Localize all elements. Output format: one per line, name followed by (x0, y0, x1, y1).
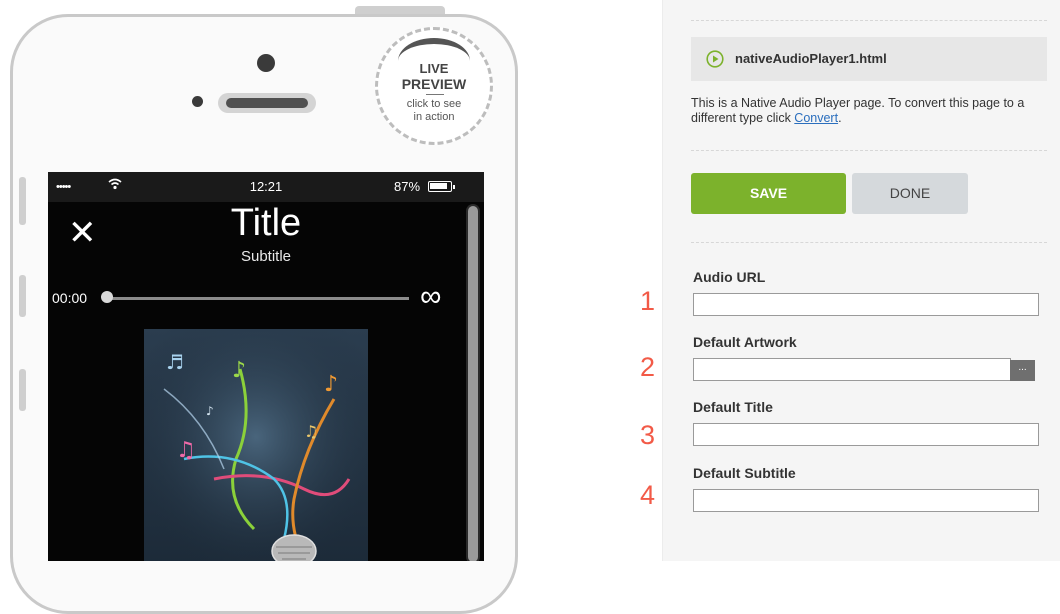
save-button[interactable]: SAVE (691, 173, 846, 214)
svg-text:♫: ♫ (176, 438, 196, 463)
phone-screen: ••••• 12:21 87% ✕ Title Subtitle 00:00 ∞ (48, 172, 484, 561)
player-title: Title (230, 202, 302, 244)
audio-url-label: Audio URL (693, 269, 766, 285)
default-artwork-input[interactable] (693, 358, 1011, 381)
browse-button[interactable]: ... (1010, 360, 1035, 381)
badge-preview-label: PREVIEW (401, 76, 467, 92)
svg-text:♪: ♪ (206, 404, 214, 418)
audio-url-input[interactable] (693, 293, 1039, 316)
divider (691, 242, 1047, 243)
progress-knob[interactable] (101, 291, 113, 303)
volume-up-button (19, 275, 26, 317)
live-preview-badge[interactable]: LIVE PREVIEW click to see in action (375, 27, 493, 145)
default-subtitle-label: Default Subtitle (693, 465, 796, 481)
front-camera (257, 54, 275, 72)
file-name: nativeAudioPlayer1.html (735, 51, 887, 66)
earpiece-speaker (218, 93, 316, 113)
status-bar: ••••• 12:21 87% (48, 172, 484, 202)
editor-panel: nativeAudioPlayer1.html This is a Native… (662, 0, 1060, 561)
default-artwork-label: Default Artwork (693, 334, 797, 350)
player-subtitle: Subtitle (240, 248, 292, 265)
default-title-label: Default Title (693, 399, 773, 415)
play-icon (706, 50, 724, 68)
svg-text:♫: ♫ (304, 422, 318, 441)
annotation-2: 2 (640, 352, 656, 382)
svg-text:♬: ♬ (166, 350, 184, 374)
scrollbar-thumb[interactable] (468, 206, 478, 561)
album-artwork: ♬ ♪ ♪ ♫ ♫ ♪ (144, 329, 368, 561)
mute-switch (19, 177, 26, 225)
badge-caption-1: click to see (406, 98, 462, 110)
page-description: This is a Native Audio Player page. To c… (691, 96, 1036, 126)
done-button[interactable]: DONE (852, 173, 968, 214)
progress-track[interactable] (104, 297, 409, 300)
badge-caption-2: in action (413, 111, 455, 123)
annotation-1: 1 (640, 286, 656, 316)
loop-icon[interactable]: ∞ (420, 280, 441, 314)
divider (691, 20, 1047, 21)
description-end: . (838, 111, 842, 125)
convert-link[interactable]: Convert (794, 111, 838, 125)
svg-text:♪: ♪ (324, 372, 338, 397)
elapsed-time: 00:00 (52, 290, 88, 306)
file-row: nativeAudioPlayer1.html (691, 37, 1047, 81)
battery-percentage: 87% (394, 179, 421, 194)
default-subtitle-input[interactable] (693, 489, 1039, 512)
description-text: This is a Native Audio Player page. To c… (691, 96, 1025, 125)
svg-text:♪: ♪ (232, 358, 246, 383)
proximity-sensor (192, 96, 203, 107)
badge-divider (426, 94, 444, 95)
volume-down-button (19, 369, 26, 411)
default-title-input[interactable] (693, 423, 1039, 446)
badge-live-label: LIVE (419, 61, 449, 76)
annotation-3: 3 (640, 420, 656, 450)
battery-icon (428, 181, 455, 192)
annotation-4: 4 (640, 480, 656, 510)
divider (691, 150, 1047, 151)
